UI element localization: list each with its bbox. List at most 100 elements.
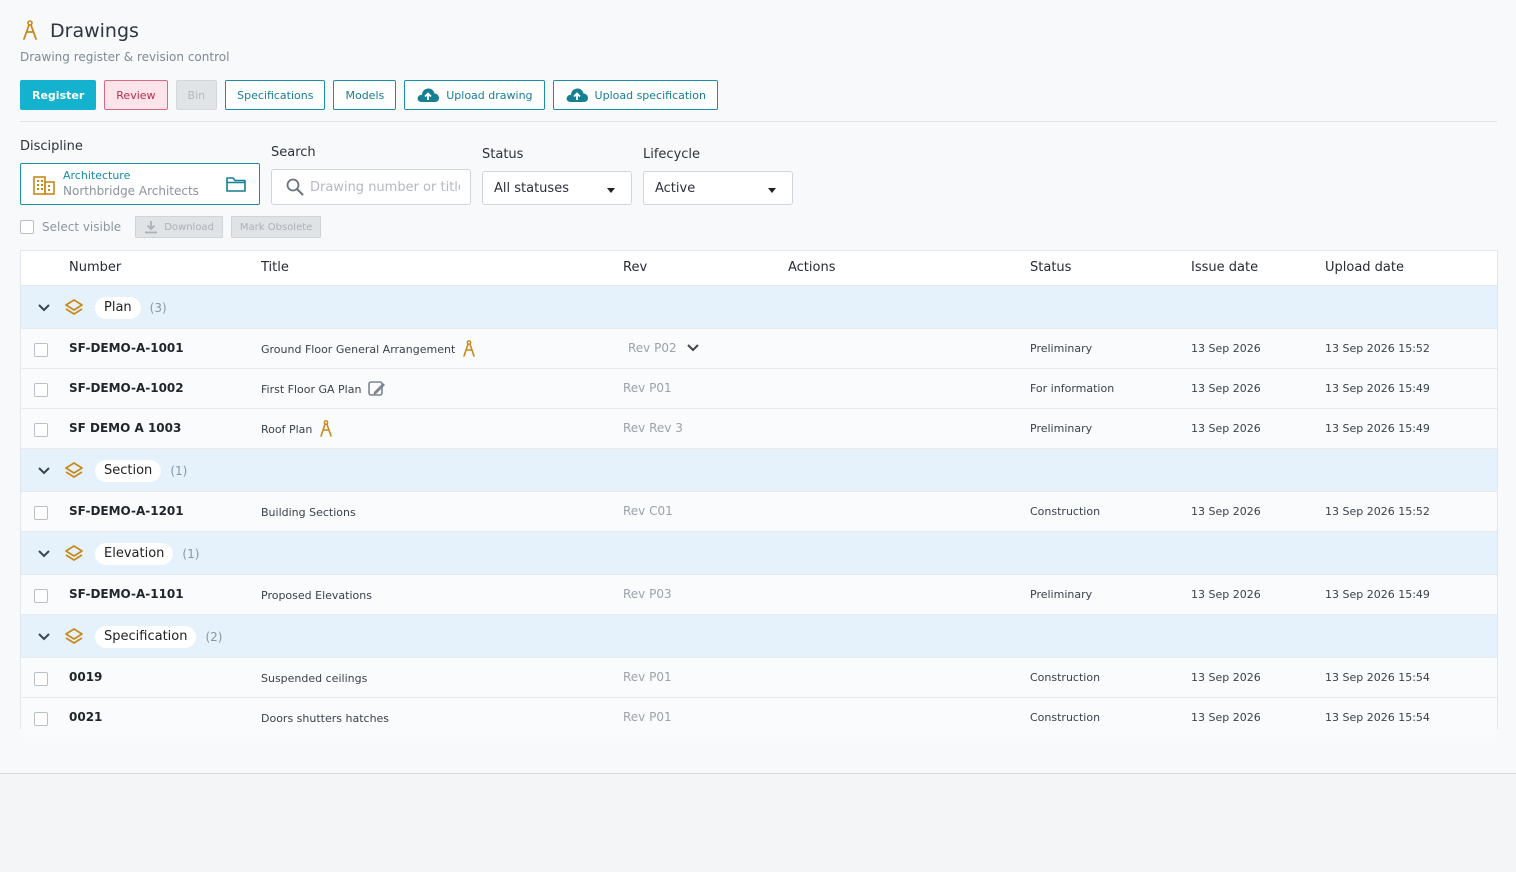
- upload-drawing-button[interactable]: Upload drawing: [404, 80, 545, 110]
- register-tab-button[interactable]: Register: [20, 80, 97, 110]
- drawing-status: Preliminary: [1030, 342, 1093, 355]
- mark-obsolete-button[interactable]: Mark Obsolete: [230, 216, 322, 238]
- lifecycle-select[interactable]: Active: [643, 171, 793, 205]
- revision: Rev P02: [628, 341, 677, 355]
- status-select[interactable]: All statuses: [482, 171, 632, 205]
- discipline-company: Northbridge Architects: [63, 184, 199, 198]
- header-title[interactable]: Title: [261, 260, 289, 275]
- group-row-elevation[interactable]: Elevation (1): [21, 531, 1497, 574]
- issue-date: 13 Sep 2026: [1191, 671, 1261, 684]
- download-button[interactable]: Download: [135, 216, 223, 238]
- group-count: (1): [182, 546, 200, 561]
- drawing-title-cell: Suspended ceilings: [261, 669, 367, 687]
- status-label: Status: [482, 147, 524, 162]
- drawing-number[interactable]: SF-DEMO-A-1101: [69, 587, 184, 601]
- row-checkbox[interactable]: [34, 589, 48, 603]
- group-row-specification[interactable]: Specification (2): [21, 614, 1497, 657]
- drawing-number[interactable]: SF DEMO A 1003: [69, 421, 181, 435]
- table-row[interactable]: SF-DEMO-A-1101 Proposed Elevations Rev P03…: [21, 574, 1497, 614]
- table-row[interactable]: SF-DEMO-A-1201 Building Sections Rev C01 Co…: [21, 491, 1497, 531]
- collapse-toggle[interactable]: [38, 549, 50, 558]
- upload-specification-button[interactable]: Upload specification: [552, 80, 718, 110]
- header-rev[interactable]: Rev: [623, 260, 647, 275]
- table-row[interactable]: SF DEMO A 1003 Roof Plan Rev Rev 3 Prelimin…: [21, 408, 1497, 448]
- revision-cell: Rev P03: [623, 587, 672, 601]
- drawing-status: Construction: [1030, 711, 1101, 724]
- collapse-toggle[interactable]: [38, 466, 50, 475]
- select-visible-checkbox[interactable]: [20, 220, 34, 234]
- group-name: Elevation: [95, 542, 174, 565]
- collapse-toggle[interactable]: [38, 303, 50, 312]
- group-layers: [65, 461, 83, 480]
- group-layers: [65, 627, 83, 646]
- drawing-number[interactable]: SF-DEMO-A-1002: [69, 381, 184, 395]
- row-checkbox[interactable]: [34, 506, 48, 520]
- collapse-toggle[interactable]: [38, 632, 50, 641]
- search-icon: [286, 178, 304, 196]
- drawing-number[interactable]: SF-DEMO-A-1001: [69, 341, 184, 355]
- group-row-plan[interactable]: Plan (3): [21, 285, 1497, 328]
- table-header: Number Title Rev Actions Status Issue da…: [21, 251, 1497, 285]
- compass-icon: [23, 20, 37, 40]
- group-name: Section: [95, 459, 162, 482]
- row-checkbox[interactable]: [34, 672, 48, 686]
- drawing-number[interactable]: 0019: [69, 670, 102, 684]
- bin-tab-button[interactable]: Bin: [175, 80, 218, 110]
- row-checkbox[interactable]: [34, 712, 48, 726]
- lifecycle-select-value: Active: [655, 180, 696, 196]
- revision: Rev P01: [623, 670, 672, 684]
- folder-icon[interactable]: [226, 176, 246, 192]
- group-count: (2): [205, 629, 223, 644]
- app-page: Drawings Drawing register & revision con…: [0, 0, 1516, 872]
- issue-date: 13 Sep 2026: [1191, 505, 1261, 518]
- drawing-title: Proposed Elevations: [261, 588, 372, 602]
- review-tab-button[interactable]: Review: [104, 80, 168, 110]
- specifications-button[interactable]: Specifications: [225, 80, 326, 110]
- drawing-number[interactable]: SF-DEMO-A-1201: [69, 504, 184, 518]
- header-upload-date[interactable]: Upload date: [1325, 260, 1404, 275]
- upload-date: 13 Sep 2026 15:54: [1325, 711, 1430, 724]
- revision-cell[interactable]: Rev P02: [628, 341, 699, 355]
- table-row[interactable]: 0019 Suspended ceilings Rev P01 Constructio…: [21, 657, 1497, 697]
- row-checkbox[interactable]: [34, 383, 48, 397]
- group-count: (1): [170, 463, 188, 478]
- group-count: (3): [149, 300, 167, 315]
- drawing-title-cell: Ground Floor General Arrangement: [261, 340, 476, 358]
- revision-cell: Rev C01: [623, 504, 673, 518]
- issue-date: 13 Sep 2026: [1191, 342, 1261, 355]
- drawing-title: Suspended ceilings: [261, 671, 368, 685]
- revision-cell: Rev Rev 3: [623, 421, 683, 435]
- chevron-down-icon: [38, 632, 50, 640]
- row-checkbox[interactable]: [34, 343, 48, 357]
- upload-date: 13 Sep 2026 15:54: [1325, 671, 1430, 684]
- search-input[interactable]: [310, 170, 460, 204]
- main-toolbar: Register Review Bin Specifications Model…: [20, 80, 718, 110]
- group-row-section[interactable]: Section (1): [21, 448, 1497, 491]
- compass-icon: [320, 420, 333, 437]
- row-checkbox[interactable]: [34, 423, 48, 437]
- chevron-down-icon: [38, 303, 50, 311]
- drawing-status: For information: [1030, 382, 1115, 395]
- caret-down-icon: [768, 188, 776, 193]
- drawing-status: Preliminary: [1030, 422, 1093, 435]
- search-field: [271, 169, 471, 205]
- drawing-title: Doors shutters hatches: [261, 711, 390, 725]
- drawing-title-cell: Building Sections: [261, 503, 356, 521]
- models-button[interactable]: Models: [333, 80, 397, 110]
- drawing-number[interactable]: 0021: [69, 710, 102, 724]
- revision: Rev C01: [623, 504, 673, 518]
- layers-icon: [65, 544, 83, 561]
- table-row[interactable]: 0021 Doors shutters hatches Rev P01 Constru…: [21, 697, 1497, 737]
- cloud-upload-icon: [566, 88, 588, 102]
- status-select-value: All statuses: [494, 180, 569, 196]
- header-number[interactable]: Number: [69, 260, 121, 275]
- edit-pencil-icon: [368, 381, 386, 396]
- header-issue-date[interactable]: Issue date: [1191, 260, 1258, 275]
- page-header: Drawings Drawing register & revision con…: [20, 20, 229, 64]
- revision-cell: Rev P01: [623, 710, 672, 724]
- table-row[interactable]: SF-DEMO-A-1002 First Floor GA Plan Rev P01…: [21, 368, 1497, 408]
- header-status[interactable]: Status: [1030, 260, 1071, 275]
- table-row[interactable]: SF-DEMO-A-1001 Ground Floor General Arran…: [21, 328, 1497, 368]
- bulk-actions: Select visible Download Mark Obsolete: [20, 216, 322, 238]
- discipline-selector[interactable]: Architecture Northbridge Architects: [20, 163, 260, 205]
